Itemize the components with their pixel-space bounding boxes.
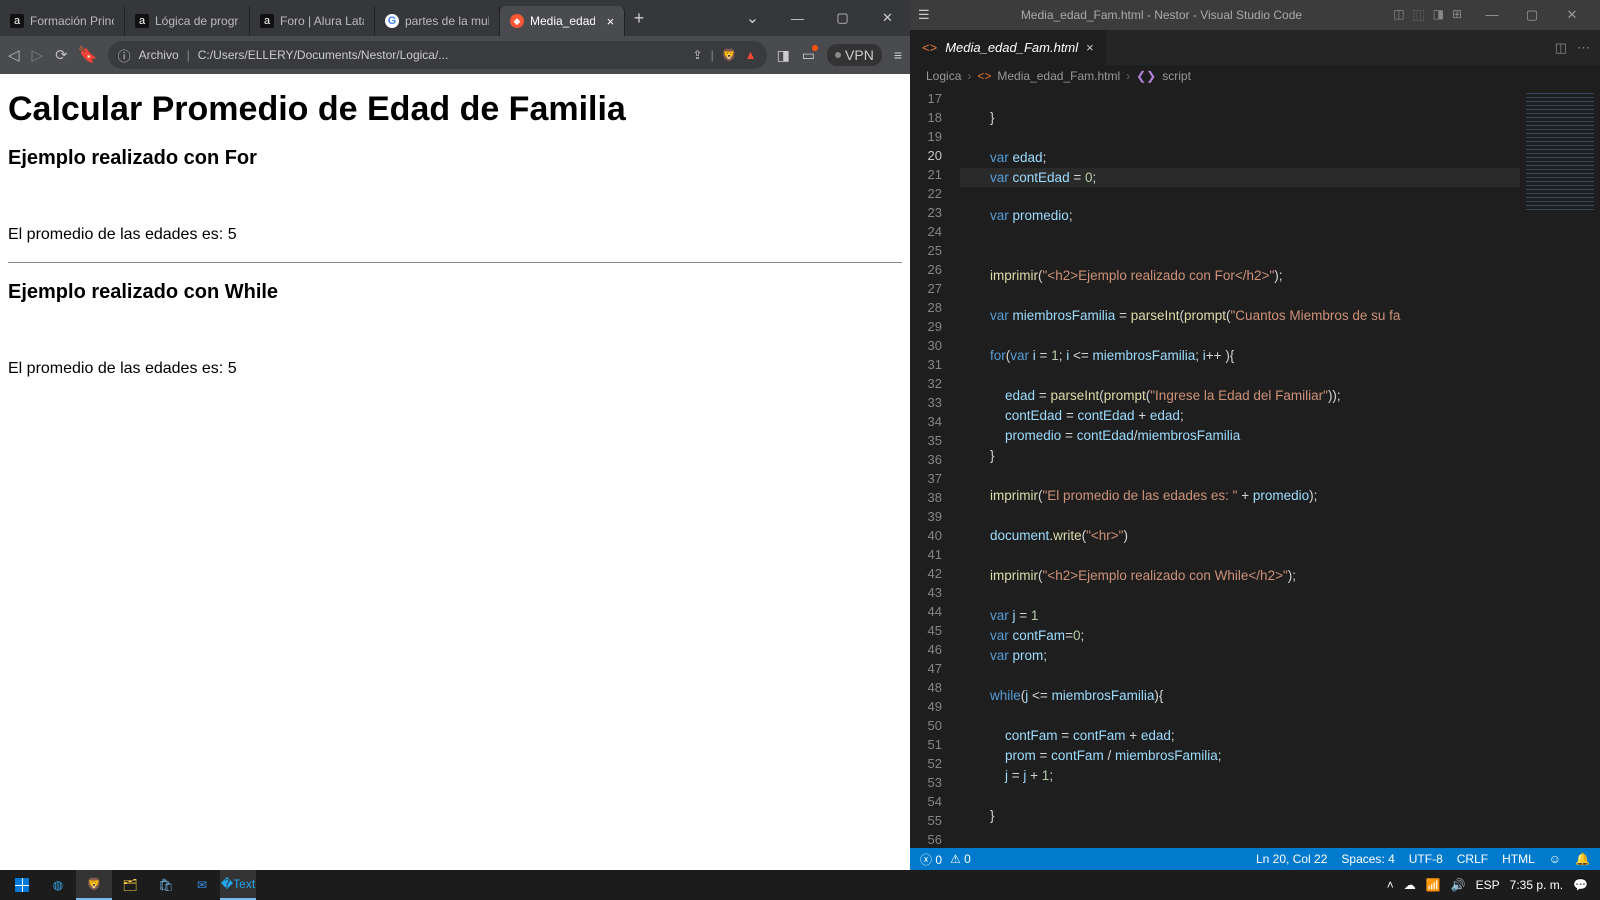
brave-icon[interactable]: 🦁 <box>76 870 112 900</box>
brave-shield-icon[interactable]: 🦁 <box>722 48 737 62</box>
hamburger-icon[interactable]: ☰ <box>918 7 930 23</box>
divider <box>8 262 902 263</box>
close-button[interactable]: ✕ <box>1552 7 1592 23</box>
onedrive-icon[interactable]: ☁ <box>1404 878 1416 892</box>
url-label: Archivo <box>139 48 179 62</box>
share-icon[interactable]: ⇪ <box>693 48 703 62</box>
errors-indicator[interactable]: ⓧ 0 <box>920 851 942 868</box>
html-file-icon: <> <box>922 40 937 55</box>
line-gutter: 1718192021222324252627282930313233343536… <box>910 87 960 848</box>
tabs-dropdown-icon[interactable]: ⌄ <box>730 0 775 36</box>
layout-icon[interactable]: ◫ <box>1393 7 1404 24</box>
more-icon[interactable]: ⋯ <box>1577 40 1590 56</box>
warnings-indicator[interactable]: ⚠ 0 <box>950 852 971 866</box>
new-tab-button[interactable]: + <box>625 8 653 29</box>
notifications-icon[interactable]: 💬 <box>1573 878 1588 892</box>
sidebar-toggle-icon[interactable]: ◨ <box>777 47 790 64</box>
back-button[interactable]: ◁ <box>8 46 20 64</box>
indentation[interactable]: Spaces: 4 <box>1341 852 1394 866</box>
brave-rewards-icon[interactable]: ▲ <box>745 48 757 62</box>
crumb-file[interactable]: Media_edad_Fam.html <box>997 69 1120 83</box>
site-info-icon[interactable]: ⓘ <box>118 46 131 65</box>
layout-icon[interactable]: ⊞ <box>1452 7 1462 24</box>
result-while: El promedio de las edades es: 5 <box>8 360 902 378</box>
minimize-button[interactable]: — <box>775 0 820 36</box>
explorer-icon[interactable]: 🗂 <box>112 870 148 900</box>
page-h2-while: Ejemplo realizado con While <box>8 281 902 304</box>
language-indicator[interactable]: ESP <box>1476 878 1500 892</box>
browser-toolbar: ◁ ▷ ⟳ 🔖 ⓘ Archivo | C:/Users/ELLERY/Docu… <box>0 36 910 74</box>
result-for: El promedio de las edades es: 5 <box>8 226 902 244</box>
mail-icon[interactable]: ✉ <box>184 870 220 900</box>
split-editor-icon[interactable]: ◫ <box>1555 40 1567 56</box>
store-icon[interactable]: 🛍 <box>148 870 184 900</box>
close-icon[interactable]: × <box>1086 40 1094 55</box>
tab-logica[interactable]: aLógica de progra <box>125 6 250 36</box>
browser-tabstrip: aFormación Princi aLógica de progra aFor… <box>0 0 910 36</box>
editor-area[interactable]: 1718192021222324252627282930313233343536… <box>910 87 1600 848</box>
forward-button[interactable]: ▷ <box>32 46 44 64</box>
close-button[interactable]: ✕ <box>865 0 910 36</box>
script-icon: ❮❯ <box>1136 69 1156 83</box>
tab-media-edad[interactable]: ◆Media_edad× <box>500 6 625 36</box>
breadcrumb[interactable]: Logica › <> Media_edad_Fam.html › ❮❯ scr… <box>910 65 1600 87</box>
editor-tabs: <> Media_edad_Fam.html × ◫ ⋯ <box>910 30 1600 65</box>
maximize-button[interactable]: ▢ <box>1512 7 1552 23</box>
wifi-icon[interactable]: 📶 <box>1426 878 1441 892</box>
tray-chevron-icon[interactable]: ˄ <box>1387 878 1394 892</box>
code-content[interactable]: } var edad; var contEdad = 0; var promed… <box>960 87 1520 848</box>
vscode-window: ☰ Media_edad_Fam.html - Nestor - Visual … <box>910 0 1600 870</box>
feedback-icon[interactable]: ☺ <box>1549 852 1561 866</box>
html-file-icon: <> <box>977 69 991 83</box>
page-h1: Calcular Promedio de Edad de Familia <box>8 90 902 129</box>
window-title: Media_edad_Fam.html - Nestor - Visual St… <box>940 8 1384 22</box>
wallet-icon[interactable]: ▭ <box>802 47 815 64</box>
menu-icon[interactable]: ≡ <box>894 47 902 63</box>
language-mode[interactable]: HTML <box>1502 852 1535 866</box>
minimize-button[interactable]: — <box>1472 7 1512 23</box>
layout-icon[interactable]: ⿲ <box>1413 7 1425 24</box>
bookmark-icon[interactable]: 🔖 <box>78 45 98 65</box>
url-path: C:/Users/ELLERY/Documents/Nestor/Logica/… <box>198 48 685 62</box>
edge-icon[interactable]: ◍ <box>40 870 76 900</box>
eol[interactable]: CRLF <box>1457 852 1488 866</box>
cursor-position[interactable]: Ln 20, Col 22 <box>1256 852 1327 866</box>
start-button[interactable] <box>4 870 40 900</box>
clock[interactable]: 7:35 p. m. <box>1510 878 1563 892</box>
editor-tab[interactable]: <> Media_edad_Fam.html × <box>910 30 1106 65</box>
editor-tab-label: Media_edad_Fam.html <box>945 40 1078 55</box>
crumb-symbol[interactable]: script <box>1162 69 1191 83</box>
browser-window: aFormación Princi aLógica de progra aFor… <box>0 0 910 870</box>
crumb-folder[interactable]: Logica <box>926 69 961 83</box>
page-content: Calcular Promedio de Edad de Familia Eje… <box>0 74 910 870</box>
tab-foro[interactable]: aForo | Alura Lata <box>250 6 375 36</box>
reload-button[interactable]: ⟳ <box>55 46 68 64</box>
tab-google[interactable]: Gpartes de la mult <box>375 6 500 36</box>
address-bar[interactable]: ⓘ Archivo | C:/Users/ELLERY/Documents/Ne… <box>108 41 767 69</box>
windows-taskbar: ◍ 🦁 🗂 🛍 ✉ �Text ˄ ☁ 📶 🔊 ESP 7:35 p. m. 💬 <box>0 870 1600 900</box>
notifications-icon[interactable]: 🔔 <box>1575 852 1590 866</box>
encoding[interactable]: UTF-8 <box>1409 852 1443 866</box>
layout-icon[interactable]: ◨ <box>1433 7 1444 24</box>
tab-formacion[interactable]: aFormación Princi <box>0 6 125 36</box>
minimap[interactable] <box>1520 87 1600 848</box>
close-icon[interactable]: × <box>607 14 614 29</box>
vpn-button[interactable]: VPN <box>827 44 882 66</box>
volume-icon[interactable]: 🔊 <box>1451 878 1466 892</box>
page-h2-for: Ejemplo realizado con For <box>8 147 902 170</box>
status-bar: ⓧ 0 ⚠ 0 Ln 20, Col 22 Spaces: 4 UTF-8 CR… <box>910 848 1600 870</box>
maximize-button[interactable]: ▢ <box>820 0 865 36</box>
vscode-icon[interactable]: �Text <box>220 870 256 900</box>
vscode-titlebar: ☰ Media_edad_Fam.html - Nestor - Visual … <box>910 0 1600 30</box>
